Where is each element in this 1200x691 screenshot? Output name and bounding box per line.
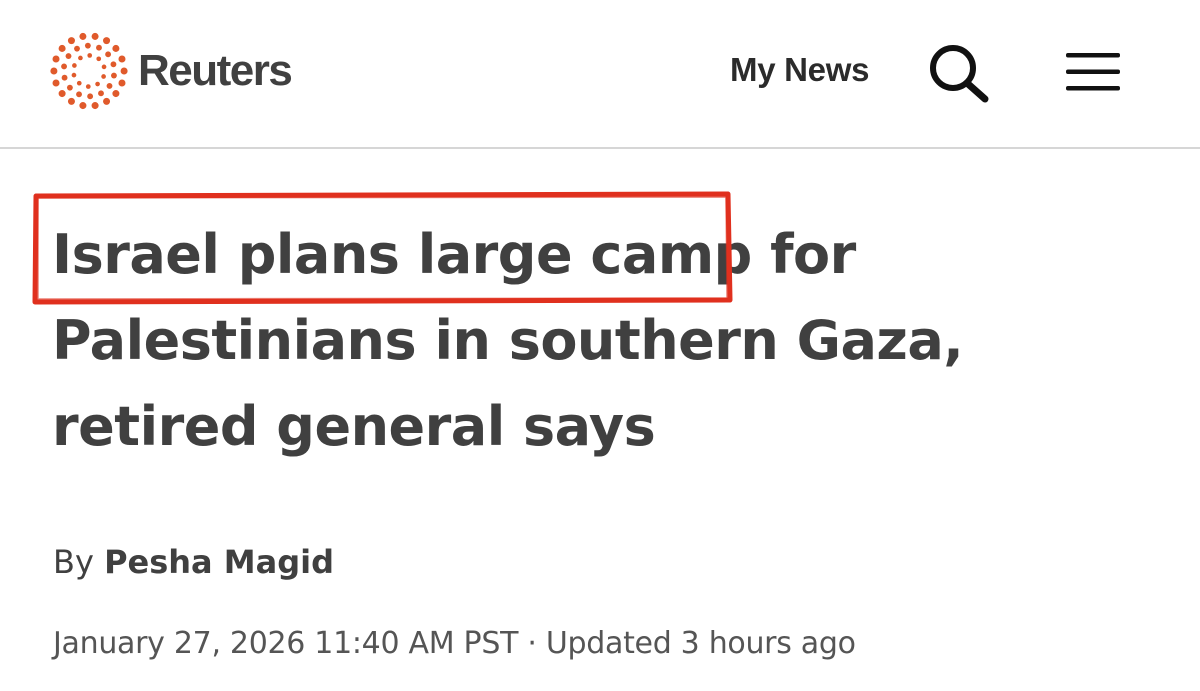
logo-dot [50,67,58,75]
my-news-link[interactable]: My News [730,50,869,90]
logo-dot [91,102,99,110]
published-date: January 27, 2026 11:40 AM PST [53,626,519,661]
reuters-logo[interactable]: Reuters [50,31,293,111]
logo-dot [79,102,87,110]
updated-time: Updated 3 hours ago [545,626,856,661]
hamburger-menu-icon [1066,53,1120,91]
dateline: January 27, 2026 11:40 AM PST · Updated … [53,624,856,664]
logo-dot [78,55,83,61]
logo-dot [76,80,82,86]
logo-dot [79,32,87,40]
logo-dot [96,56,102,62]
byline-prefix: By [53,543,94,581]
logo-dot [95,81,100,87]
logo-dot [118,79,126,87]
logo-dot [52,55,60,63]
byline: By Pesha Magid [53,540,334,584]
logo-dot [112,90,120,98]
article-headline: Israel plans large camp for Palestinians… [52,212,1162,470]
logo-dot [110,61,117,68]
logo-dot [91,32,99,40]
logo-dot [76,91,82,98]
logo-dot [67,37,75,45]
menu-button[interactable] [1064,50,1122,94]
logo-dot [61,74,68,81]
logo-dot [65,53,72,60]
logo-dot [66,84,73,91]
logo-dot [58,44,66,52]
author-link[interactable]: Pesha Magid [104,543,334,581]
logo-dot [84,42,91,49]
logo-dot [85,84,91,89]
logo-dot [96,44,102,51]
search-button[interactable] [926,42,992,104]
headline-container: Israel plans large camp for Palestinians… [52,212,1162,470]
logo-dot [58,90,66,98]
logo-dot [52,79,60,87]
logo-dot [103,37,111,45]
logo-dot [111,72,117,79]
logo-dot [87,53,93,58]
date-separator: · [527,626,537,661]
logo-dot [112,44,120,52]
reuters-logo-icon [50,32,128,110]
logo-dot [74,45,80,52]
logo-dot [61,63,67,70]
logo-dot [105,51,112,58]
logo-dot [103,97,111,105]
logo-dot [87,93,94,100]
search-icon [930,45,989,103]
logo-dot [106,82,113,89]
headline-highlighted-text: Israel plans large camp [52,223,752,286]
logo-dot [118,55,126,63]
logo-dot [101,74,106,79]
logo-dot [72,63,77,68]
logo-dot [101,64,107,70]
brand-name: Reuters [138,46,293,95]
logo-dot [120,67,128,75]
logo-dot [67,97,75,105]
logo-dot [71,72,77,78]
site-header: Reuters My News [0,0,1200,149]
logo-dot [98,90,104,97]
